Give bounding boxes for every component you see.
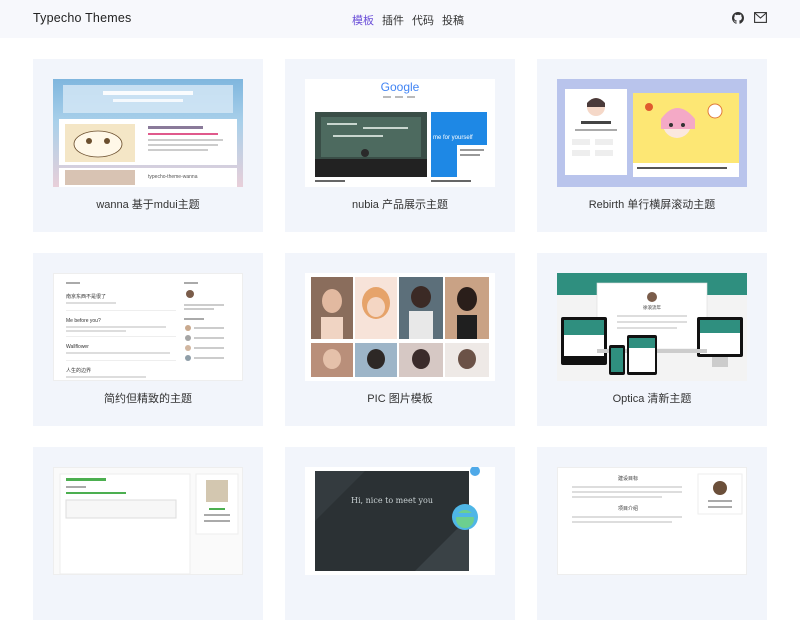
github-icon[interactable] (732, 12, 744, 24)
simple-post-3: Wallflower (66, 344, 89, 350)
theme-card-pic[interactable]: PIC 图片模板 (285, 253, 515, 426)
theme-thumbnail[interactable]: Hi, nice to meet you (305, 467, 495, 575)
site-header: Typecho Themes 模板 插件 代码 投稿 (0, 0, 800, 38)
simple-post-2: Me before you? (66, 318, 101, 324)
simple-post-1: 南京东西不是很了 (66, 293, 106, 300)
optica-blog-name: 徐浪流年 (643, 304, 661, 311)
theme-title[interactable]: 简约但精致的主题 (33, 390, 263, 406)
doc-heading: 建设目标 (618, 475, 638, 482)
theme-thumbnail[interactable]: 南京东西不是很了 Me before you? Wallflower 人生的边界 (53, 273, 243, 381)
nav-item-plugins[interactable]: 插件 (382, 12, 404, 28)
wanna-post-title: typecho-theme-wanna (148, 174, 198, 180)
header-icons (732, 12, 767, 24)
theme-card-rebirth[interactable]: Rebirth 单行横屏滚动主题 (537, 59, 767, 232)
mail-icon[interactable] (754, 12, 767, 24)
site-brand[interactable]: Typecho Themes (33, 11, 131, 25)
theme-thumbnail[interactable] (305, 273, 495, 381)
nubia-caption: me for yourself (433, 135, 473, 141)
theme-card-doc[interactable]: 建设目标 项目介绍 (537, 447, 767, 620)
main-nav: 模板 插件 代码 投稿 (352, 12, 464, 28)
google-logo: Google (381, 80, 420, 94)
theme-card-optica[interactable]: 徐浪流年 Optica 清新主题 (537, 253, 767, 426)
theme-title[interactable]: nubia 产品展示主题 (285, 196, 515, 212)
theme-thumbnail[interactable]: 建设目标 项目介绍 (557, 467, 747, 575)
theme-card-wanna[interactable]: typecho-theme-wanna wanna 基于mdui主题 (33, 59, 263, 232)
theme-card-dark[interactable]: Hi, nice to meet you (285, 447, 515, 620)
theme-card-generic[interactable] (33, 447, 263, 620)
simple-post-4: 人生的边界 (66, 367, 91, 374)
theme-card-nubia[interactable]: Google me for yourself nubia 产品展示主题 (285, 59, 515, 232)
theme-title[interactable]: PIC 图片模板 (285, 390, 515, 406)
nav-item-submit[interactable]: 投稿 (442, 12, 464, 28)
nav-item-code[interactable]: 代码 (412, 12, 434, 28)
theme-thumbnail[interactable] (557, 79, 747, 187)
theme-thumbnail[interactable]: Google me for yourself (305, 79, 495, 187)
theme-title[interactable]: wanna 基于mdui主题 (33, 196, 263, 212)
theme-thumbnail[interactable] (53, 467, 243, 575)
theme-title[interactable]: Rebirth 单行横屏滚动主题 (537, 196, 767, 212)
theme-title[interactable]: Optica 清新主题 (537, 390, 767, 406)
doc-subheading: 项目介绍 (618, 505, 638, 512)
dark-greeting: Hi, nice to meet you (351, 496, 433, 505)
theme-thumbnail[interactable]: typecho-theme-wanna (53, 79, 243, 187)
nav-item-templates[interactable]: 模板 (352, 12, 374, 28)
theme-thumbnail[interactable]: 徐浪流年 (557, 273, 747, 381)
theme-card-simple[interactable]: 南京东西不是很了 Me before you? Wallflower 人生的边界 (33, 253, 263, 426)
